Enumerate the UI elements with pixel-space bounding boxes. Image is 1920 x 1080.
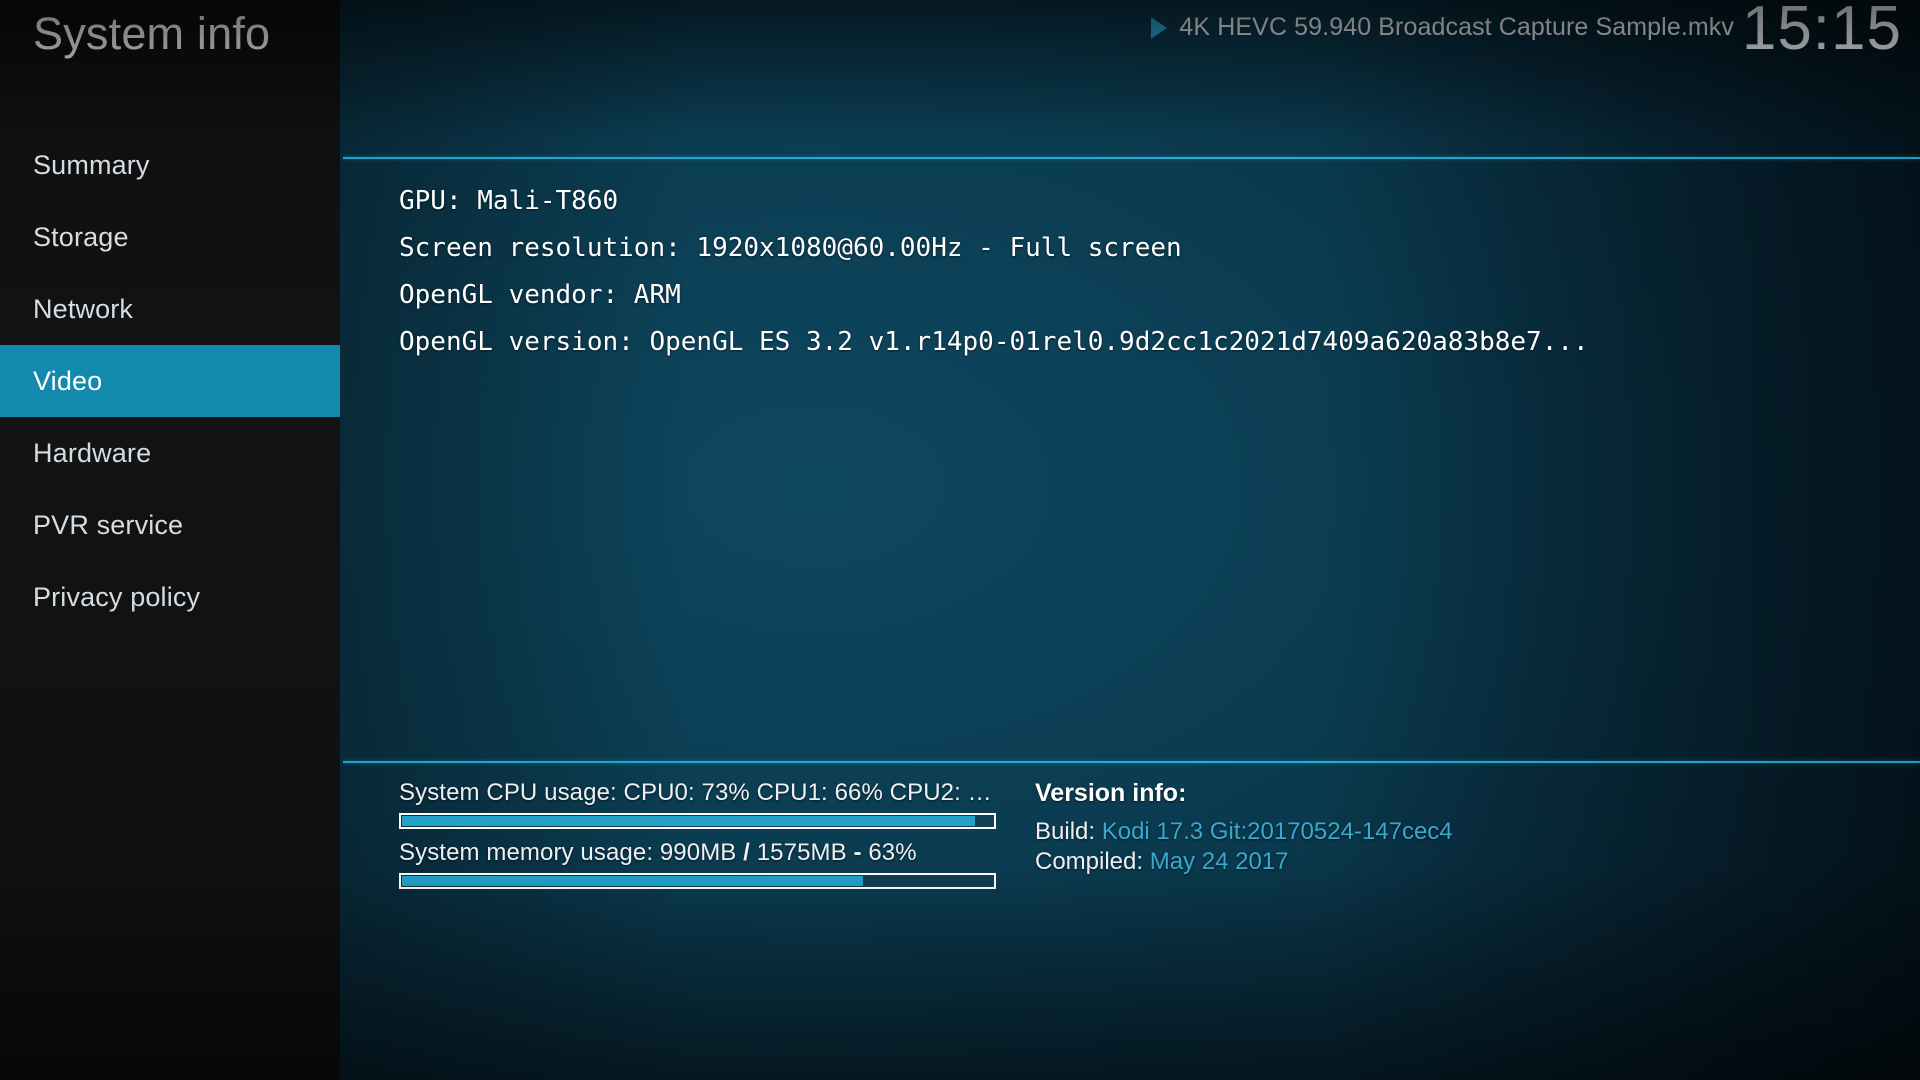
memory-usage-bar: [399, 873, 996, 889]
now-playing-title: 4K HEVC 59.940 Broadcast Capture Sample.…: [1179, 13, 1734, 41]
sidebar-item-video[interactable]: Video: [0, 345, 340, 417]
version-build-row: Build: Kodi 17.3 Git:20170524-147cec4: [1035, 817, 1453, 847]
info-line-screen-resolution: Screen resolution: 1920x1080@60.00Hz - F…: [399, 233, 1182, 263]
sidebar: System info Summary Storage Network Vide…: [0, 0, 340, 1080]
cpu-usage-label: System CPU usage: CPU0: 73% CPU1: 66% CP…: [399, 779, 999, 806]
sidebar-nav-list: Summary Storage Network Video Hardware P…: [0, 129, 340, 633]
sidebar-item-pvr-service[interactable]: PVR service: [0, 489, 340, 561]
page-title: System info: [33, 8, 271, 59]
version-compiled-row: Compiled: May 24 2017: [1035, 847, 1453, 877]
memory-usage-bar-fill: [402, 876, 863, 886]
info-line-gpu: GPU: Mali-T860: [399, 186, 619, 216]
cpu-usage-bar: [399, 813, 996, 829]
sidebar-item-storage[interactable]: Storage: [0, 201, 340, 273]
kodi-system-info-screen: System info Summary Storage Network Vide…: [0, 0, 1920, 1080]
cpu-usage-bar-fill: [402, 816, 976, 826]
play-icon: [1151, 16, 1168, 39]
info-line-opengl-vendor: OpenGL vendor: ARM: [399, 280, 681, 310]
background-gradient-overlay: [340, 0, 1920, 1080]
version-compiled-value: May 24 2017: [1149, 848, 1289, 875]
memory-usage-total: 1575MB: [749, 839, 854, 866]
memory-usage-dash: -: [853, 839, 862, 866]
clock: 15:15: [1741, 0, 1902, 63]
separator-top: [343, 157, 1920, 159]
info-line-opengl-version: OpenGL version: OpenGL ES 3.2 v1.r14p0-0…: [399, 327, 1589, 357]
sidebar-item-network[interactable]: Network: [0, 273, 340, 345]
sidebar-item-hardware[interactable]: Hardware: [0, 417, 340, 489]
memory-usage-prefix: System memory usage: 990MB: [399, 839, 744, 866]
separator-bottom: [343, 761, 1920, 763]
memory-usage-label: System memory usage: 990MB / 1575MB - 63…: [399, 839, 999, 867]
version-info-panel: Version info: Build: Kodi 17.3 Git:20170…: [1035, 779, 1453, 877]
sidebar-item-summary[interactable]: Summary: [0, 129, 340, 201]
memory-usage-separator: /: [743, 839, 750, 866]
now-playing-indicator[interactable]: 4K HEVC 59.940 Broadcast Capture Sample.…: [1151, 13, 1734, 42]
system-usage-panel: System CPU usage: CPU0: 73% CPU1: 66% CP…: [399, 779, 999, 899]
memory-usage-percent: 63%: [861, 839, 917, 866]
video-info-block: GPU: Mali-T860 Screen resolution: 1920x1…: [399, 178, 1900, 366]
sidebar-item-privacy-policy[interactable]: Privacy policy: [0, 561, 340, 633]
version-info-title: Version info:: [1035, 779, 1187, 807]
version-build-value: Kodi 17.3 Git:20170524-147cec4: [1101, 818, 1453, 845]
version-compiled-label: Compiled:: [1035, 848, 1144, 875]
version-build-label: Build:: [1035, 818, 1096, 845]
